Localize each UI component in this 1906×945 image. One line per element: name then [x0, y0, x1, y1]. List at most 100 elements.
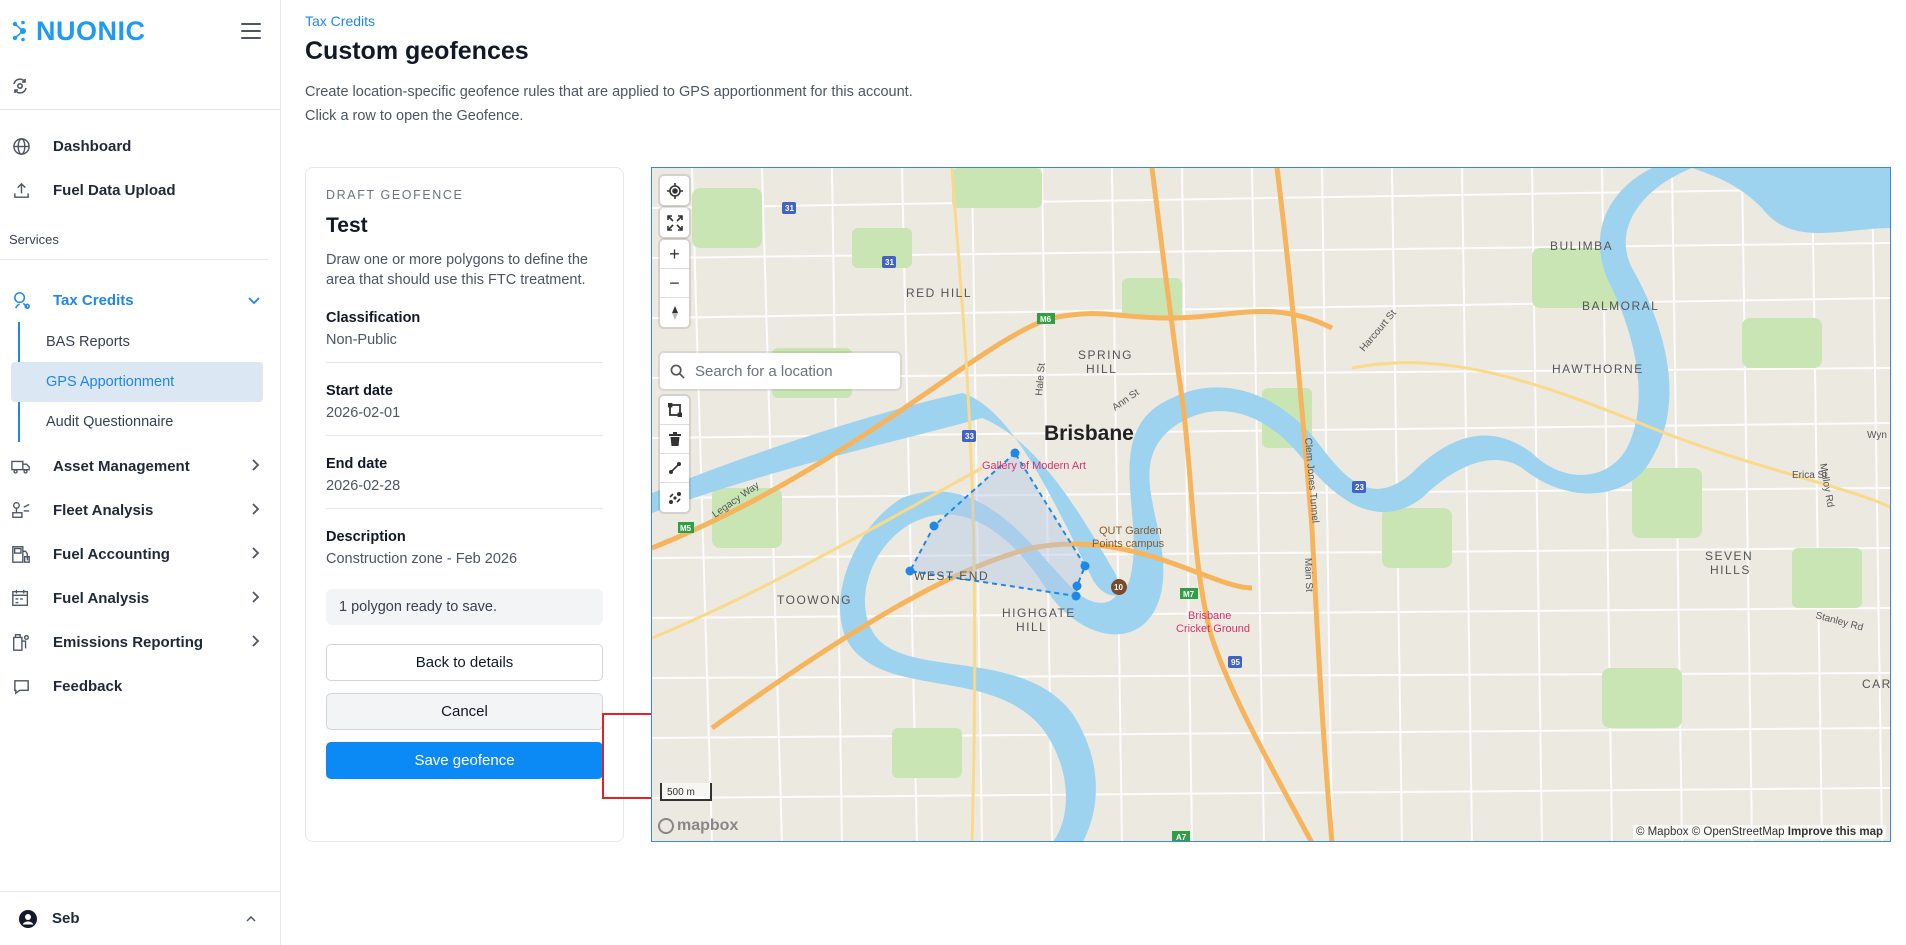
route-shield-m6: M6	[1040, 315, 1052, 324]
user-name: Seb	[52, 910, 80, 927]
sidebar-item-bas-reports[interactable]: BAS Reports	[20, 322, 263, 362]
user-avatar-icon	[19, 909, 37, 928]
save-geofence-button[interactable]: Save geofence	[326, 742, 603, 779]
map-search-box	[660, 353, 900, 389]
switch-account-icon	[13, 77, 27, 94]
map-label-wyn: Wyn	[1867, 430, 1887, 441]
chevron-down-icon	[248, 292, 260, 308]
map-label-toowong: TOOWONG	[777, 593, 852, 607]
map-label-highgate-hill: HIGHGATE	[1002, 606, 1076, 620]
cancel-button[interactable]: Cancel	[326, 693, 603, 730]
compass-icon[interactable]	[660, 298, 689, 327]
search-icon	[670, 364, 685, 379]
nav-label: Fleet Analysis	[53, 501, 154, 519]
improve-map-link[interactable]: Improve this map	[1788, 826, 1883, 838]
nav-item-fleet-analysis[interactable]: Fleet Analysis	[0, 488, 280, 532]
fuel-accounting-icon	[10, 543, 32, 565]
draw-toolbar	[660, 396, 689, 512]
field-key: End date	[326, 456, 388, 472]
tax-credits-icon	[10, 289, 32, 311]
geolocate-icon[interactable]	[660, 176, 689, 205]
user-menu[interactable]: Seb	[0, 891, 280, 945]
route-shield-95: 95	[1231, 658, 1240, 667]
mapbox-wordmark: mapbox	[677, 817, 739, 834]
sidebar: NUONIC Dashboard Fuel Data Upload Servic…	[0, 0, 281, 945]
chevron-right-icon	[252, 590, 260, 606]
map-label-red-hill: RED HILL	[906, 286, 972, 300]
nav-item-tax-credits[interactable]: Tax Credits	[0, 278, 280, 322]
map-label-seven-hills: HILLS	[1710, 563, 1751, 577]
services-section-label: Services	[0, 212, 268, 260]
combine-features-icon[interactable]	[660, 454, 689, 483]
back-to-details-button[interactable]: Back to details	[326, 644, 603, 681]
chevron-right-icon	[252, 458, 260, 474]
geofence-name: Test	[326, 214, 368, 237]
route-shield-33: 33	[965, 432, 974, 441]
map-search-input[interactable]	[695, 362, 885, 380]
trash-icon[interactable]	[660, 425, 689, 454]
nav-item-fuel-analysis[interactable]: Fuel Analysis	[0, 576, 280, 620]
truck-icon	[10, 455, 32, 477]
nav-item-dashboard[interactable]: Dashboard	[0, 124, 280, 168]
map-scale: 500 m	[660, 783, 712, 801]
nav-label: Fuel Accounting	[53, 545, 170, 563]
nav-label: Fuel Data Upload	[53, 181, 176, 199]
attribution-text[interactable]: © Mapbox © OpenStreetMap	[1636, 826, 1785, 838]
draw-polygon-icon[interactable]	[660, 396, 689, 425]
map-label-qut: QUT Garden	[1099, 525, 1162, 537]
map-label-qut: Points campus	[1092, 538, 1165, 550]
route-shield-a7: A7	[1176, 833, 1187, 842]
mapbox-logo[interactable]: mapbox	[658, 817, 738, 835]
nav-label: Feedback	[53, 677, 123, 695]
mapbox-logo-icon	[658, 818, 674, 834]
sidebar-item-audit-questionnaire[interactable]: Audit Questionnaire	[20, 402, 263, 442]
nav-item-fuel-accounting[interactable]: Fuel Accounting	[0, 532, 280, 576]
map-label-main-st: Main St	[1302, 558, 1314, 592]
map-label-gallery: Gallery of Modern Art	[982, 460, 1086, 472]
map-attribution: © Mapbox © OpenStreetMap Improve this ma…	[1632, 825, 1886, 839]
map-canvas[interactable]: Brisbane BULIMBA BALMORAL HAWTHORNE RED …	[651, 167, 1891, 842]
map-background: Brisbane BULIMBA BALMORAL HAWTHORNE RED …	[652, 168, 1891, 842]
chevron-right-icon	[252, 546, 260, 562]
nav-label: Dashboard	[53, 137, 132, 155]
description-line: Click a row to open the Geofence.	[305, 108, 524, 124]
nav-label: Asset Management	[53, 457, 190, 475]
account-switcher[interactable]	[0, 62, 280, 110]
field-value: Construction zone - Feb 2026	[326, 551, 518, 567]
uncombine-features-icon[interactable]	[660, 483, 689, 512]
route-shield-m5: M5	[680, 524, 692, 533]
app: NUONIC Dashboard Fuel Data Upload Servic…	[0, 0, 1906, 945]
sidebar-item-gps-apportionment[interactable]: GPS Apportionment	[11, 362, 263, 402]
route-shield-31: 31	[785, 204, 794, 213]
breadcrumb[interactable]: Tax Credits	[305, 13, 1906, 29]
route-shield-31: 31	[885, 258, 894, 267]
map-label-balmoral: BALMORAL	[1582, 299, 1659, 313]
map-label-hawthorne: HAWTHORNE	[1552, 362, 1644, 376]
field-key: Start date	[326, 383, 393, 399]
menu-toggle-icon[interactable]	[241, 23, 261, 39]
chevron-right-icon	[252, 634, 260, 650]
map-label-spring-hill: HILL	[1086, 362, 1117, 376]
nav-item-feedback[interactable]: Feedback	[0, 664, 280, 708]
map-label-seven-hills: SEVEN	[1705, 549, 1753, 563]
map-label-cari: CARI	[1862, 677, 1891, 691]
main-content: Tax Credits Custom geofences Create loca…	[281, 0, 1906, 945]
map-label-bulimba: BULIMBA	[1550, 239, 1613, 253]
map-label-west-end: WEST END	[914, 569, 989, 583]
card-eyebrow: DRAFT GEOFENCE	[326, 188, 464, 202]
nav-item-emissions-reporting[interactable]: Emissions Reporting	[0, 620, 280, 664]
brand-logo[interactable]: NUONIC	[12, 16, 146, 47]
map-label-cricket-ground: Cricket Ground	[1176, 623, 1250, 635]
main-nav: Dashboard Fuel Data Upload Services Tax …	[0, 110, 280, 708]
nav-item-asset-management[interactable]: Asset Management	[0, 444, 280, 488]
emissions-icon	[10, 631, 32, 653]
fullscreen-icon[interactable]	[660, 208, 689, 237]
logo-row: NUONIC	[0, 0, 280, 62]
page-title: Custom geofences	[305, 37, 529, 65]
zoom-in-icon[interactable]: +	[660, 240, 689, 269]
field-key: Classification	[326, 310, 421, 326]
nav-item-fuel-data-upload[interactable]: Fuel Data Upload	[0, 168, 280, 212]
tax-credits-subnav: BAS Reports GPS Apportionment Audit Ques…	[11, 322, 280, 442]
route-shield-10: 10	[1114, 583, 1123, 592]
zoom-out-icon[interactable]: −	[660, 269, 689, 298]
